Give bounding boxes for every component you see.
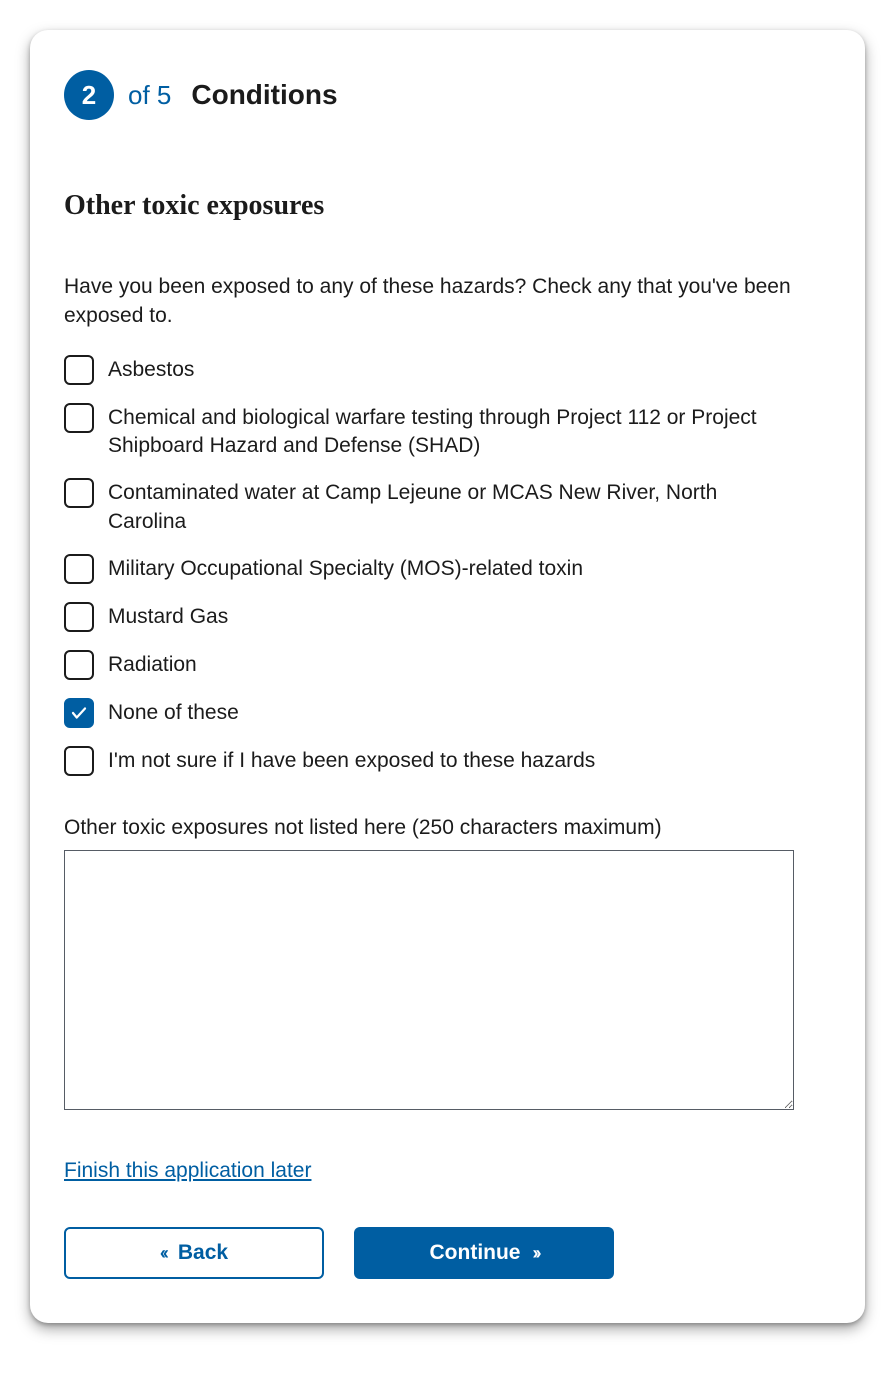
checkbox-label: I'm not sure if I have been exposed to t… [108, 746, 595, 775]
step-number-badge: 2 [64, 70, 114, 120]
checkbox-label: Asbestos [108, 355, 194, 384]
checkbox[interactable] [64, 602, 94, 632]
chevron-right-icon: ›› [532, 1243, 538, 1264]
checkbox-label: Military Occupational Specialty (MOS)-re… [108, 554, 583, 583]
checkbox[interactable] [64, 478, 94, 508]
back-button-label: Back [178, 1241, 228, 1265]
form-card: 2 of 5 Conditions Other toxic exposures … [30, 30, 865, 1323]
step-header: 2 of 5 Conditions [64, 70, 831, 120]
checkbox-label: Chemical and biological warfare testing … [108, 403, 768, 461]
checkbox[interactable] [64, 746, 94, 776]
checkbox-row: None of these [64, 698, 831, 728]
finish-later-link[interactable]: Finish this application later [64, 1159, 311, 1183]
step-number: 2 [82, 80, 96, 111]
checkbox[interactable] [64, 554, 94, 584]
checkbox-row: Radiation [64, 650, 831, 680]
chevron-left-icon: ‹‹ [160, 1243, 166, 1264]
checkbox-row: Military Occupational Specialty (MOS)-re… [64, 554, 831, 584]
section-heading: Other toxic exposures [64, 190, 831, 222]
question-text: Have you been exposed to any of these ha… [64, 272, 804, 331]
step-of-text: of 5 [128, 80, 171, 111]
checkbox[interactable] [64, 403, 94, 433]
other-textarea[interactable] [64, 850, 794, 1110]
checkbox-row: Mustard Gas [64, 602, 831, 632]
button-row: ‹‹ Back Continue ›› [64, 1227, 831, 1279]
back-button[interactable]: ‹‹ Back [64, 1227, 324, 1279]
checkbox-row: Asbestos [64, 355, 831, 385]
checkbox-row: Chemical and biological warfare testing … [64, 403, 831, 461]
checkbox-label: None of these [108, 698, 239, 727]
continue-button-label: Continue [430, 1241, 521, 1265]
checkbox-label: Mustard Gas [108, 602, 228, 631]
checkbox[interactable] [64, 698, 94, 728]
other-textarea-label: Other toxic exposures not listed here (2… [64, 816, 831, 840]
continue-button[interactable]: Continue ›› [354, 1227, 614, 1279]
checkbox-label: Radiation [108, 650, 197, 679]
checkbox[interactable] [64, 650, 94, 680]
checkbox-label: Contaminated water at Camp Lejeune or MC… [108, 478, 768, 536]
step-title: Conditions [191, 79, 337, 111]
checkbox-row: I'm not sure if I have been exposed to t… [64, 746, 831, 776]
checkbox-row: Contaminated water at Camp Lejeune or MC… [64, 478, 831, 536]
checkbox-list: Asbestos Chemical and biological warfare … [64, 355, 831, 776]
checkbox[interactable] [64, 355, 94, 385]
